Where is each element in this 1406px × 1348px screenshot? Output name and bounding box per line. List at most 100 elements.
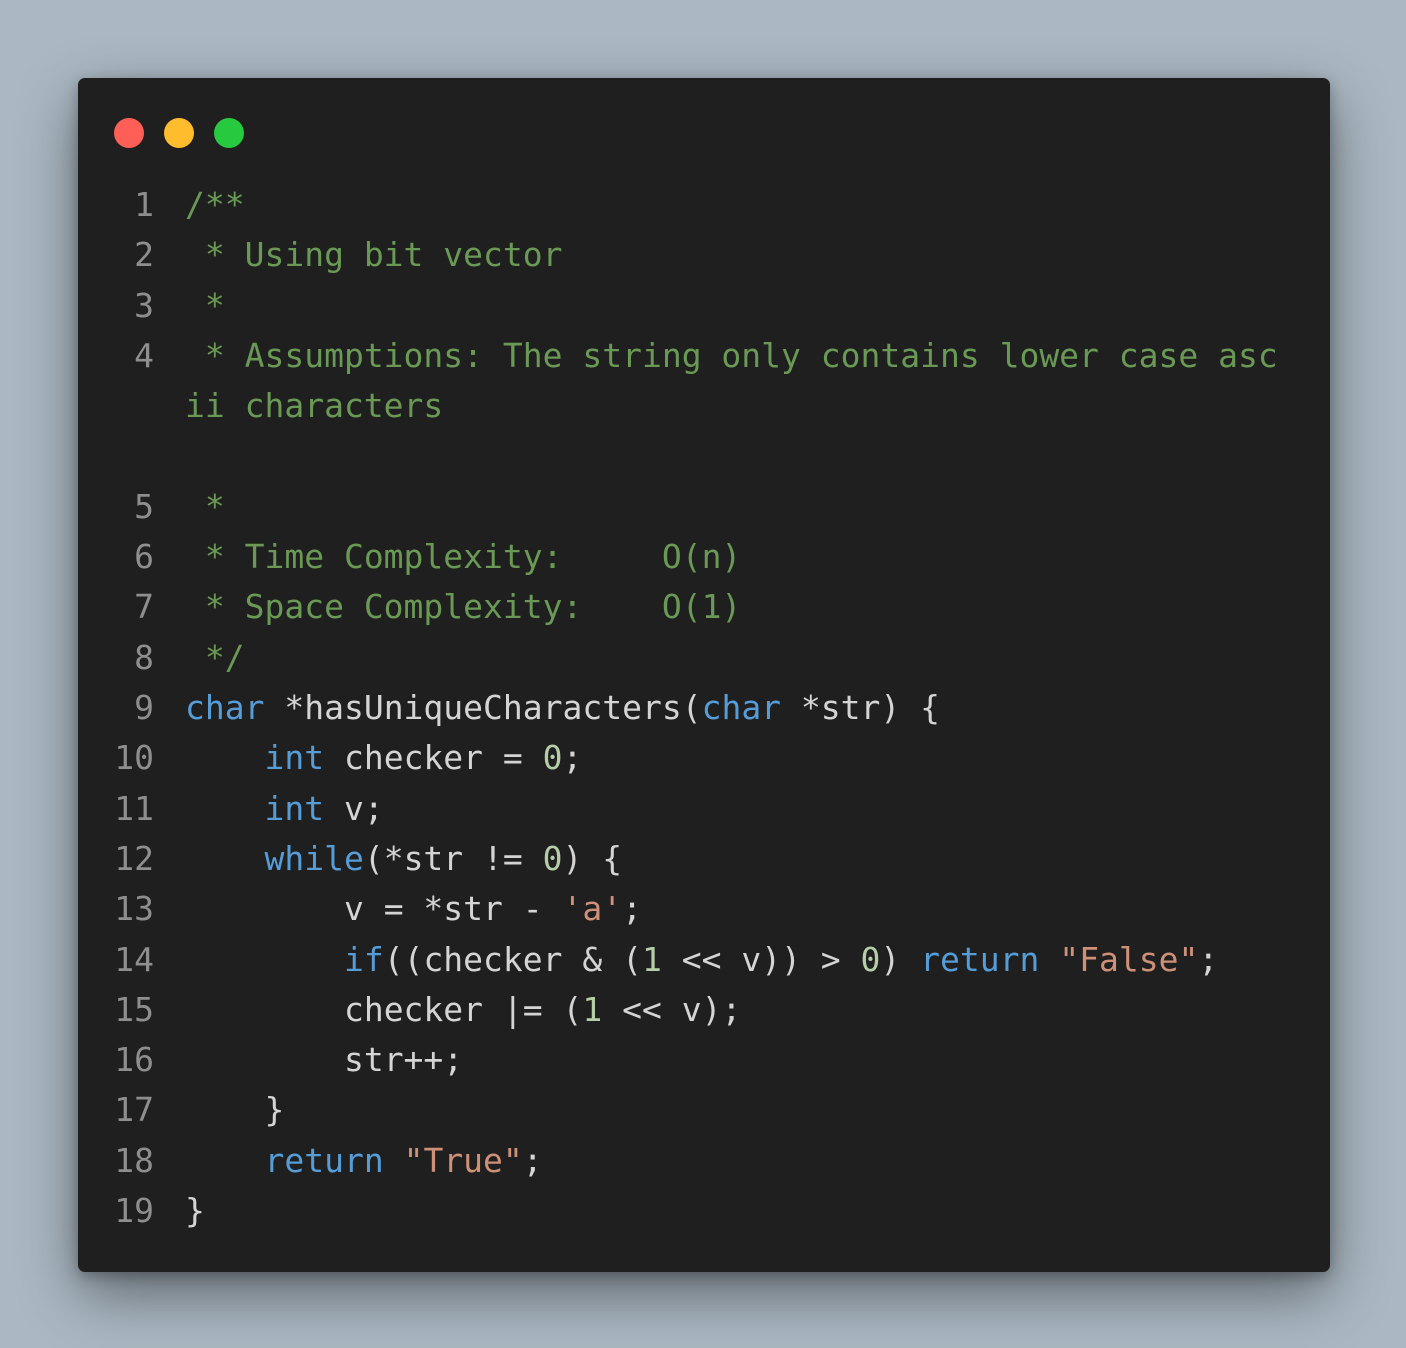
code-token: * xyxy=(185,486,225,526)
line-text: */ xyxy=(185,633,1297,683)
code-token: str++; xyxy=(185,1040,464,1080)
code-token: v; xyxy=(324,788,384,828)
line-text: } xyxy=(185,1186,1297,1236)
code-token: int xyxy=(264,738,325,778)
code-line: 18 return "True"; xyxy=(78,1136,1330,1186)
code-line: 12 while(*str != 0) { xyxy=(78,834,1330,884)
code-token: checker |= ( xyxy=(185,989,583,1029)
code-token: return xyxy=(264,1140,384,1180)
code-token: * Space Complexity: O(1) xyxy=(185,587,742,627)
line-number: 11 xyxy=(114,788,154,828)
code-line: 14 if((checker & (1 << v)) > 0) return "… xyxy=(78,935,1330,985)
code-token: << v); xyxy=(602,989,742,1029)
line-text: * Space Complexity: O(1) xyxy=(185,582,1297,632)
line-number: 5 xyxy=(134,486,154,526)
code-token: return xyxy=(920,939,1040,979)
code-token: * Using bit vector xyxy=(185,235,563,275)
code-token: ) { xyxy=(562,838,623,878)
line-text: * xyxy=(185,281,1297,331)
line-number: 3 xyxy=(134,285,154,325)
code-line: 16 str++; xyxy=(78,1035,1330,1085)
line-text: * xyxy=(185,482,1297,532)
code-token: << v)) > xyxy=(661,939,861,979)
code-token: (*str != xyxy=(363,838,543,878)
code-token: 1 xyxy=(641,939,662,979)
code-token: "True" xyxy=(403,1140,523,1180)
code-token: } xyxy=(185,1090,285,1130)
line-text: } xyxy=(185,1085,1297,1135)
code-line: 2 * Using bit vector xyxy=(78,230,1330,280)
line-text: while(*str != 0) { xyxy=(185,834,1297,884)
line-text: * Using bit vector xyxy=(185,230,1297,280)
line-number: 6 xyxy=(134,537,154,577)
code-token: ((checker & ( xyxy=(383,939,642,979)
code-token: 1 xyxy=(582,989,603,1029)
line-text: checker |= (1 << v); xyxy=(185,985,1297,1035)
line-text: str++; xyxy=(185,1035,1297,1085)
code-token: v = *str - xyxy=(185,889,563,929)
line-number: 16 xyxy=(114,1040,154,1080)
line-number: 8 xyxy=(134,637,154,677)
code-line: 15 checker |= (1 << v); xyxy=(78,985,1330,1035)
code-line: 6 * Time Complexity: O(n) xyxy=(78,532,1330,582)
code-token: if xyxy=(343,939,384,979)
line-number: 12 xyxy=(114,838,154,878)
code-token: while xyxy=(264,838,364,878)
code-token: */ xyxy=(185,637,245,677)
code-line: 17 } xyxy=(78,1085,1330,1135)
line-text: /** xyxy=(185,180,1297,230)
code-line: 1 /** xyxy=(78,180,1330,230)
line-text: v = *str - 'a'; xyxy=(185,884,1297,934)
line-number: 14 xyxy=(114,939,154,979)
line-text: * Time Complexity: O(n) xyxy=(185,532,1297,582)
line-text: * Assumptions: The string only contains … xyxy=(185,331,1297,432)
code-token: *hasUniqueCharacters( xyxy=(264,688,702,728)
code-line: 19} xyxy=(78,1186,1330,1236)
code-token: } xyxy=(185,1191,205,1231)
code-token: * xyxy=(185,285,225,325)
code-token: 0 xyxy=(542,738,563,778)
code-token: char xyxy=(701,688,782,728)
line-number: 1 xyxy=(134,185,154,224)
code-token: *str) { xyxy=(781,688,941,728)
code-window: 1/** 2 * Using bit vector 3 * 4 * Assumptio… xyxy=(78,78,1330,1272)
line-number: 10 xyxy=(114,738,154,778)
code-line: 7 * Space Complexity: O(1) xyxy=(78,582,1330,632)
code-token: * Time Complexity: O(n) xyxy=(185,537,742,577)
close-dot-icon[interactable] xyxy=(114,118,144,148)
line-number: 2 xyxy=(134,235,154,275)
code-token: /** xyxy=(185,185,245,224)
code-token: ; xyxy=(1198,939,1219,979)
line-number: 4 xyxy=(134,335,154,375)
line-text: if((checker & (1 << v)) > 0) return "Fal… xyxy=(185,935,1297,985)
code-line: 13 v = *str - 'a'; xyxy=(78,884,1330,934)
code-token: "False" xyxy=(1059,939,1199,979)
code-token: ) xyxy=(880,939,921,979)
code-token: char xyxy=(185,688,265,728)
code-block: 1/** 2 * Using bit vector 3 * 4 * Assumptio… xyxy=(78,180,1330,1236)
code-line: 11 int v; xyxy=(78,784,1330,834)
code-token: ; xyxy=(522,1140,543,1180)
minimize-dot-icon[interactable] xyxy=(164,118,194,148)
code-token: * Assumptions: The string only contains … xyxy=(185,335,1278,426)
zoom-dot-icon[interactable] xyxy=(214,118,244,148)
line-number: 9 xyxy=(134,688,154,728)
code-token: checker = xyxy=(324,738,543,778)
line-number: 18 xyxy=(114,1140,154,1180)
code-line: 9 char *hasUniqueCharacters(char *str) { xyxy=(78,683,1330,733)
code-line: 4 * Assumptions: The string only contain… xyxy=(78,331,1330,482)
line-number: 15 xyxy=(114,989,154,1029)
line-number: 17 xyxy=(114,1090,154,1130)
code-line: 5 * xyxy=(78,482,1330,532)
code-token: ; xyxy=(622,889,642,929)
line-number: 7 xyxy=(134,587,154,627)
line-text: return "True"; xyxy=(185,1136,1297,1186)
line-text: int v; xyxy=(185,784,1297,834)
